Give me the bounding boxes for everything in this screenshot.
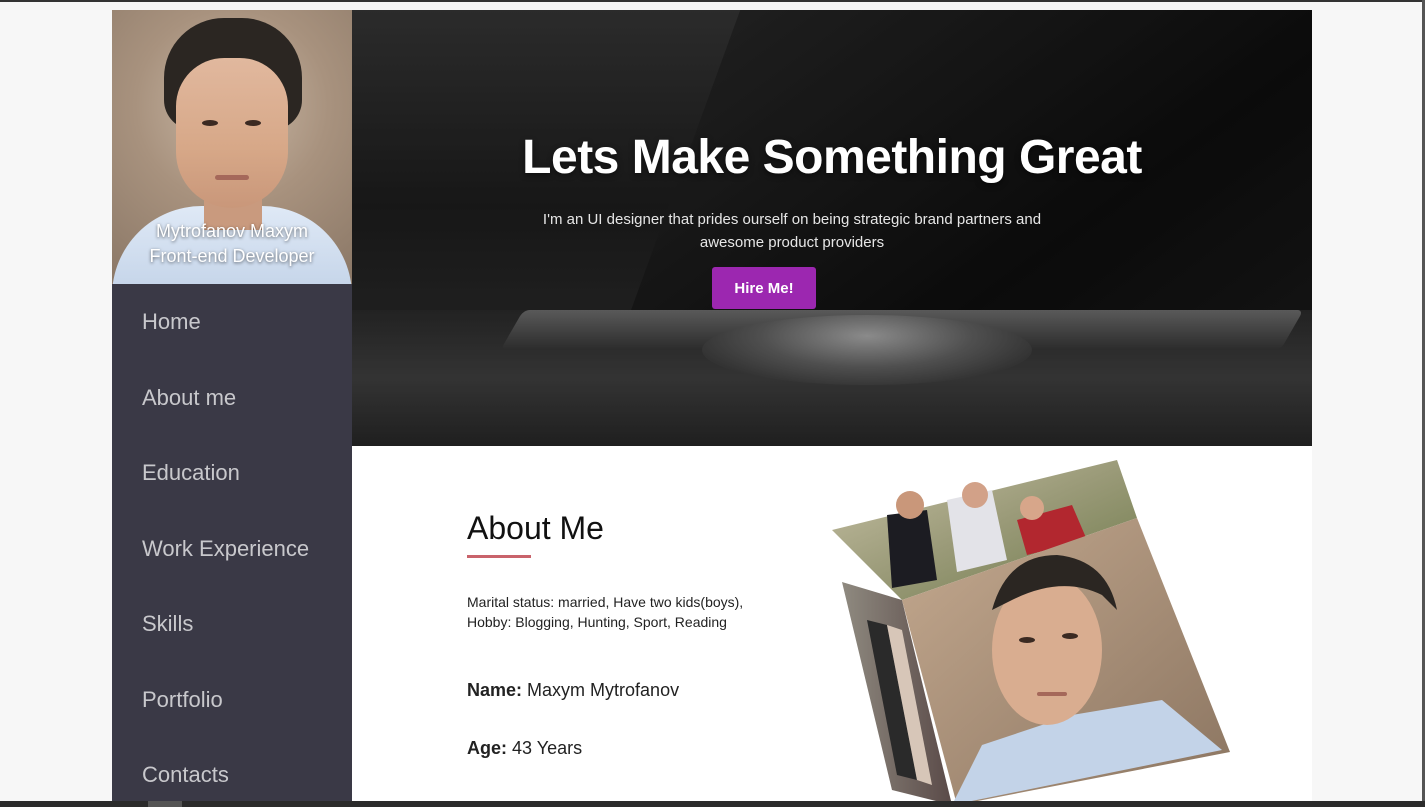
nav-item-work-experience[interactable]: Work Experience bbox=[112, 531, 352, 607]
about-heading: About Me bbox=[467, 510, 604, 546]
nav-item-home[interactable]: Home bbox=[112, 304, 352, 380]
about-age-field: Age: 43 Years bbox=[467, 738, 582, 759]
about-name-value: Maxym Mytrofanov bbox=[527, 680, 680, 700]
photo-cube-graphic bbox=[832, 460, 1230, 801]
profile-name: Mytrofanov Maxym bbox=[155, 221, 309, 241]
profile-photo-eye-left bbox=[202, 120, 218, 126]
main-nav: Home About me Education Work Experience … bbox=[112, 284, 352, 801]
profile-role: Front-end Developer bbox=[149, 246, 315, 266]
about-bio-line2: Hobby: Blogging, Hunting, Sport, Reading bbox=[467, 614, 727, 630]
about-name-field: Name: Maxym Mytrofanov bbox=[467, 680, 679, 701]
about-bio-line1: Marital status: married, Have two kids(b… bbox=[467, 594, 744, 610]
nav-item-skills[interactable]: Skills bbox=[112, 606, 352, 682]
about-bio: Marital status: married, Have two kids(b… bbox=[467, 592, 807, 632]
about-name-label: Name: bbox=[467, 680, 523, 700]
hero-banner: Lets Make Something Great I'm an UI desi… bbox=[352, 10, 1312, 446]
about-section: About Me Marital status: married, Have t… bbox=[467, 510, 807, 758]
nav-item-education[interactable]: Education bbox=[112, 455, 352, 531]
profile-photo-face bbox=[176, 58, 288, 208]
scrollbar-thumb[interactable] bbox=[148, 801, 182, 807]
nav-item-about-me[interactable]: About me bbox=[112, 380, 352, 456]
about-age-value: 43 Years bbox=[512, 738, 583, 758]
profile-photo-mouth bbox=[215, 175, 249, 180]
profile-photo: Mytrofanov Maxym Front-end Developer bbox=[112, 10, 352, 284]
about-heading-underline bbox=[467, 555, 531, 558]
nav-item-contacts[interactable]: Contacts bbox=[112, 757, 352, 801]
horizontal-scrollbar[interactable] bbox=[0, 801, 1425, 807]
hire-me-button[interactable]: Hire Me! bbox=[712, 267, 816, 309]
about-age-label: Age: bbox=[467, 738, 507, 758]
profile-caption: Mytrofanov Maxym Front-end Developer bbox=[112, 219, 352, 269]
hero-title: Lets Make Something Great bbox=[522, 131, 1142, 184]
hero-intro: I'm an UI designer that prides ourself o… bbox=[542, 211, 1042, 251]
portfolio-page: Mytrofanov Maxym Front-end Developer Hom… bbox=[112, 10, 1312, 801]
nav-item-portfolio[interactable]: Portfolio bbox=[112, 682, 352, 758]
photo-cube bbox=[832, 460, 1232, 801]
profile-photo-eye-right bbox=[245, 120, 261, 126]
sidebar: Mytrofanov Maxym Front-end Developer Hom… bbox=[112, 10, 352, 801]
window-top-border bbox=[0, 0, 1425, 2]
